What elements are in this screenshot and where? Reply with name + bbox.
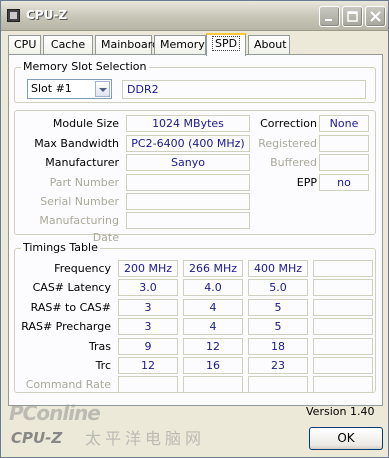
timings-table-title: Timings Table bbox=[21, 241, 100, 254]
module-info-group: Module Size 1024 MBytes Max Bandwidth PC… bbox=[14, 110, 376, 244]
maximize-icon bbox=[347, 11, 358, 22]
timing-cell bbox=[313, 318, 373, 336]
timing-cell bbox=[313, 298, 373, 316]
timing-cell: 16 bbox=[183, 357, 243, 374]
close-button[interactable] bbox=[365, 6, 386, 27]
timing-cell: 4 bbox=[183, 298, 243, 316]
registered-value bbox=[319, 135, 369, 152]
timings-table-group: Timings Table Frequency 200 MHz 266 MHz 400… bbox=[14, 241, 376, 394]
timing-cell: 266 MHz bbox=[183, 260, 243, 277]
timing-cell: 3.0 bbox=[118, 279, 178, 297]
timing-cell bbox=[313, 279, 373, 297]
slot-select-value: Slot #1 bbox=[31, 82, 72, 95]
timing-row-label: Command Rate bbox=[25, 378, 111, 392]
cpuz-app-icon bbox=[7, 9, 20, 22]
timing-cell: 18 bbox=[248, 337, 308, 355]
tab-cpu[interactable]: CPU bbox=[8, 35, 41, 55]
timing-cell bbox=[313, 357, 373, 374]
manufacturing-date-value bbox=[126, 212, 250, 229]
tab-cache[interactable]: Cache bbox=[43, 35, 93, 55]
timing-row-label: CAS# Latency bbox=[32, 281, 111, 295]
correction-value: None bbox=[319, 115, 369, 132]
correction-label: Correction bbox=[260, 117, 317, 130]
serial-number-value bbox=[126, 193, 250, 210]
timing-cell: 4 bbox=[183, 318, 243, 336]
epp-label: EPP bbox=[296, 176, 317, 189]
timing-cell: 12 bbox=[118, 357, 178, 374]
tab-spd[interactable]: SPD bbox=[206, 33, 246, 56]
manufacturer-value: Sanyo bbox=[126, 154, 250, 171]
ok-button[interactable]: OK bbox=[309, 427, 383, 450]
buffered-label: Buffered bbox=[270, 156, 317, 169]
minimize-button[interactable] bbox=[319, 6, 340, 27]
slot-select[interactable]: Slot #1 bbox=[27, 79, 112, 99]
cpuz-window: CPU-Z CPU Cache Mainboard Memory SPD Abo… bbox=[0, 0, 389, 458]
timing-cell bbox=[183, 376, 243, 394]
close-icon bbox=[370, 11, 381, 22]
chevron-down-icon[interactable] bbox=[95, 81, 110, 97]
timing-cell: 5.0 bbox=[248, 279, 308, 297]
timing-cell: 23 bbox=[248, 357, 308, 374]
timing-cell: 5 bbox=[248, 298, 308, 316]
memory-slot-group-title: Memory Slot Selection bbox=[21, 60, 149, 73]
timing-cell: 12 bbox=[183, 337, 243, 355]
timing-cell: 5 bbox=[248, 318, 308, 336]
timing-row-label: Frequency bbox=[54, 262, 111, 275]
timing-cell: 4.0 bbox=[183, 279, 243, 297]
timing-row-label: RAS# Precharge bbox=[21, 320, 111, 334]
max-bandwidth-label: Max Bandwidth bbox=[34, 137, 119, 150]
cpuz-footer-logo: CPU-Z bbox=[11, 429, 63, 447]
window-title: CPU-Z bbox=[26, 8, 68, 22]
timing-cell bbox=[313, 376, 373, 394]
serial-number-label: Serial Number bbox=[40, 195, 119, 208]
timing-row-label: RAS# to CAS# bbox=[30, 300, 111, 314]
timing-cell: 3 bbox=[118, 298, 178, 316]
epp-value: no bbox=[319, 174, 369, 191]
timing-cell: 200 MHz bbox=[118, 260, 178, 277]
tab-memory[interactable]: Memory bbox=[154, 35, 206, 55]
manufacturer-label: Manufacturer bbox=[45, 156, 119, 169]
timing-cell: 400 MHz bbox=[248, 260, 308, 277]
memory-slot-group: Memory Slot Selection Slot #1 DDR2 bbox=[14, 60, 376, 103]
buffered-value bbox=[319, 154, 369, 171]
tab-about[interactable]: About bbox=[248, 35, 290, 55]
module-size-value: 1024 MBytes bbox=[126, 115, 250, 132]
part-number-value bbox=[126, 174, 250, 191]
title-bar[interactable]: CPU-Z bbox=[1, 1, 388, 31]
maximize-button[interactable] bbox=[342, 6, 363, 27]
part-number-label: Part Number bbox=[49, 176, 119, 189]
timing-cell bbox=[248, 376, 308, 394]
tab-mainboard[interactable]: Mainboard bbox=[95, 35, 159, 55]
timing-row-label: Tras bbox=[88, 339, 111, 353]
module-size-label: Module Size bbox=[52, 117, 119, 130]
registered-label: Registered bbox=[258, 137, 317, 150]
spd-panel: Memory Slot Selection Slot #1 DDR2 Modul… bbox=[8, 54, 383, 406]
timing-cell: 9 bbox=[118, 337, 178, 355]
version-label: Version 1.40 bbox=[306, 405, 375, 418]
timing-row-label: Trc bbox=[95, 359, 111, 372]
timing-cell bbox=[313, 260, 373, 277]
minimize-icon bbox=[325, 19, 332, 21]
timing-cell: 3 bbox=[118, 318, 178, 336]
watermark-brand: PConline bbox=[9, 401, 101, 425]
watermark-tagline: 太平洋电脑网 bbox=[85, 429, 206, 448]
max-bandwidth-value: PC2-6400 (400 MHz) bbox=[126, 135, 250, 152]
memory-type-field: DDR2 bbox=[122, 80, 366, 99]
timing-cell bbox=[313, 337, 373, 355]
timing-cell bbox=[118, 376, 178, 394]
